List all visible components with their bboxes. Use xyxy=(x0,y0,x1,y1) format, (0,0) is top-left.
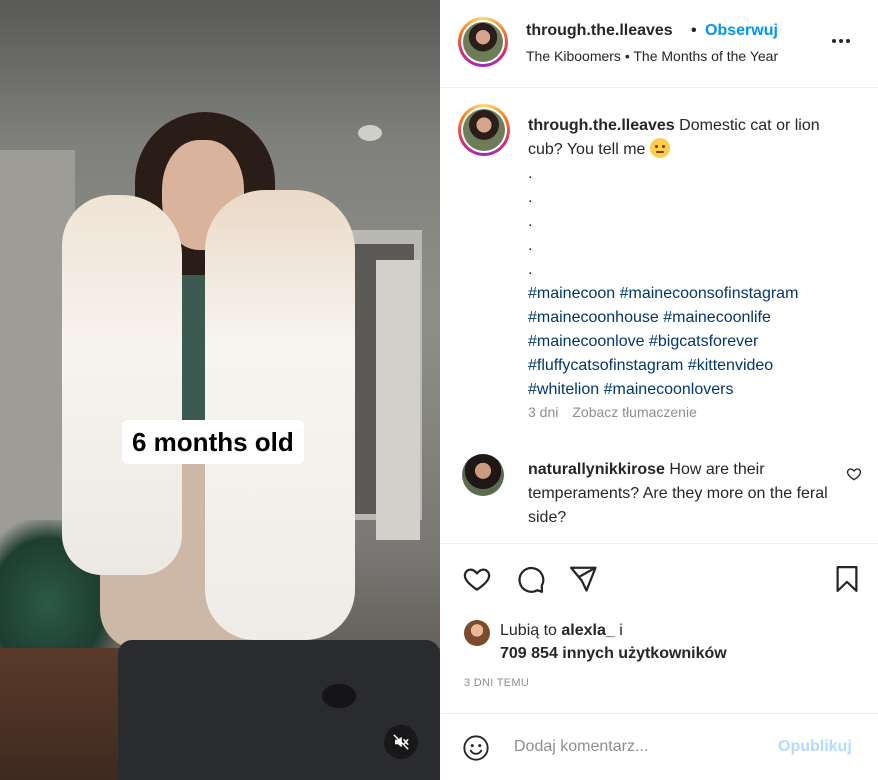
follow-button[interactable]: Obserwuj xyxy=(705,22,778,40)
hashtag-link[interactable]: #kittenvideo xyxy=(688,357,773,374)
commenter-username[interactable]: naturallynikkirose xyxy=(528,461,665,478)
publish-button[interactable]: Opublikuj xyxy=(778,738,852,756)
author-username[interactable]: through.the.lleaves xyxy=(526,22,673,40)
hashtag-line: #mainecoon #mainecoonsofinstagram xyxy=(528,282,848,306)
comment-heart-icon[interactable] xyxy=(846,466,862,482)
more-options-icon[interactable] xyxy=(832,34,856,48)
hashtag-link[interactable]: #mainecoonsofinstagram xyxy=(620,285,799,302)
hashtag-link[interactable]: #whitelion xyxy=(528,381,599,398)
paper-plane-icon[interactable] xyxy=(568,564,598,594)
caption-age[interactable]: 3 dni xyxy=(528,404,558,420)
commenter-avatar[interactable] xyxy=(462,454,504,496)
frowning-face-emoji-icon xyxy=(649,138,670,158)
caption-dot: . xyxy=(528,237,533,254)
bookmark-icon[interactable] xyxy=(832,564,862,594)
hashtag-line: #fluffycatsofinstagram #kittenvideo xyxy=(528,354,848,378)
hashtag-link[interactable]: #mainecoonlovers xyxy=(604,381,734,398)
audio-attribution[interactable]: The Kiboomers • The Months of the Year xyxy=(526,48,778,64)
mute-button[interactable] xyxy=(384,725,418,759)
liked-prefix: Lubią to xyxy=(500,622,557,639)
speaker-muted-icon xyxy=(393,734,409,750)
smiley-icon[interactable] xyxy=(462,734,490,762)
video-text-overlay: 6 months old xyxy=(122,420,304,464)
post-timestamp[interactable]: 3 DNI TEMU xyxy=(464,677,529,689)
white-cat-left xyxy=(62,195,182,575)
post-actions: Lubią to alexla_ i 709 854 innych użytko… xyxy=(440,543,878,713)
caption-username[interactable]: through.the.lleaves xyxy=(528,117,675,134)
post-sidebar: through.the.lleaves • Obserwuj The Kiboo… xyxy=(440,0,878,780)
comment-bubble-icon[interactable] xyxy=(516,564,546,594)
hashtag-link[interactable]: #bigcatsforever xyxy=(649,333,758,350)
comment-body: naturallynikkirose How are their tempera… xyxy=(528,458,828,530)
hashtag-line: #whitelion #mainecoonlovers xyxy=(528,378,848,402)
caption-body: through.the.lleaves Domestic cat or lion… xyxy=(528,114,848,402)
caption-author-avatar[interactable] xyxy=(458,104,510,156)
liked-and: i xyxy=(619,622,623,639)
laptop-logo xyxy=(322,684,356,708)
white-cat-right xyxy=(205,190,355,640)
post-header: through.the.lleaves • Obserwuj The Kiboo… xyxy=(440,0,878,88)
caption-dot: . xyxy=(528,261,533,278)
heart-icon[interactable] xyxy=(462,564,492,594)
hashtag-link[interactable]: #mainecoonhouse xyxy=(528,309,659,326)
post-video[interactable]: 6 months old xyxy=(0,0,440,780)
hashtag-link[interactable]: #mainecoonlife xyxy=(663,309,771,326)
laptop xyxy=(118,640,440,780)
liker-username[interactable]: alexla_ xyxy=(561,622,614,639)
liked-by-line: Lubią to alexla_ i xyxy=(500,620,623,642)
caption-dot: . xyxy=(528,213,533,230)
see-translation-link[interactable]: Zobacz tłumaczenie xyxy=(572,404,697,420)
hashtag-line: #mainecoonhouse #mainecoonlife xyxy=(528,306,848,330)
hashtag-link[interactable]: #fluffycatsofinstagram xyxy=(528,357,683,374)
hashtag-line: #mainecoonlove #bigcatsforever xyxy=(528,330,848,354)
comment-item: naturallynikkirose How are their tempera… xyxy=(440,452,878,542)
background-door xyxy=(376,260,420,540)
caption-meta: 3 dni Zobacz tłumaczenie xyxy=(528,404,697,420)
likes-count[interactable]: 709 854 innych użytkowników xyxy=(500,643,727,665)
ceiling-detector xyxy=(358,125,382,141)
hashtag-link[interactable]: #mainecoonlove xyxy=(528,333,645,350)
author-avatar[interactable] xyxy=(458,17,508,67)
hashtag-link[interactable]: #mainecoon xyxy=(528,285,615,302)
add-comment-input[interactable] xyxy=(514,732,764,762)
caption-dot: . xyxy=(528,189,533,206)
caption-dot: . xyxy=(528,165,533,182)
liker-avatar[interactable] xyxy=(464,620,490,646)
comment-composer: Opublikuj xyxy=(440,713,878,780)
header-separator: • xyxy=(691,22,697,39)
